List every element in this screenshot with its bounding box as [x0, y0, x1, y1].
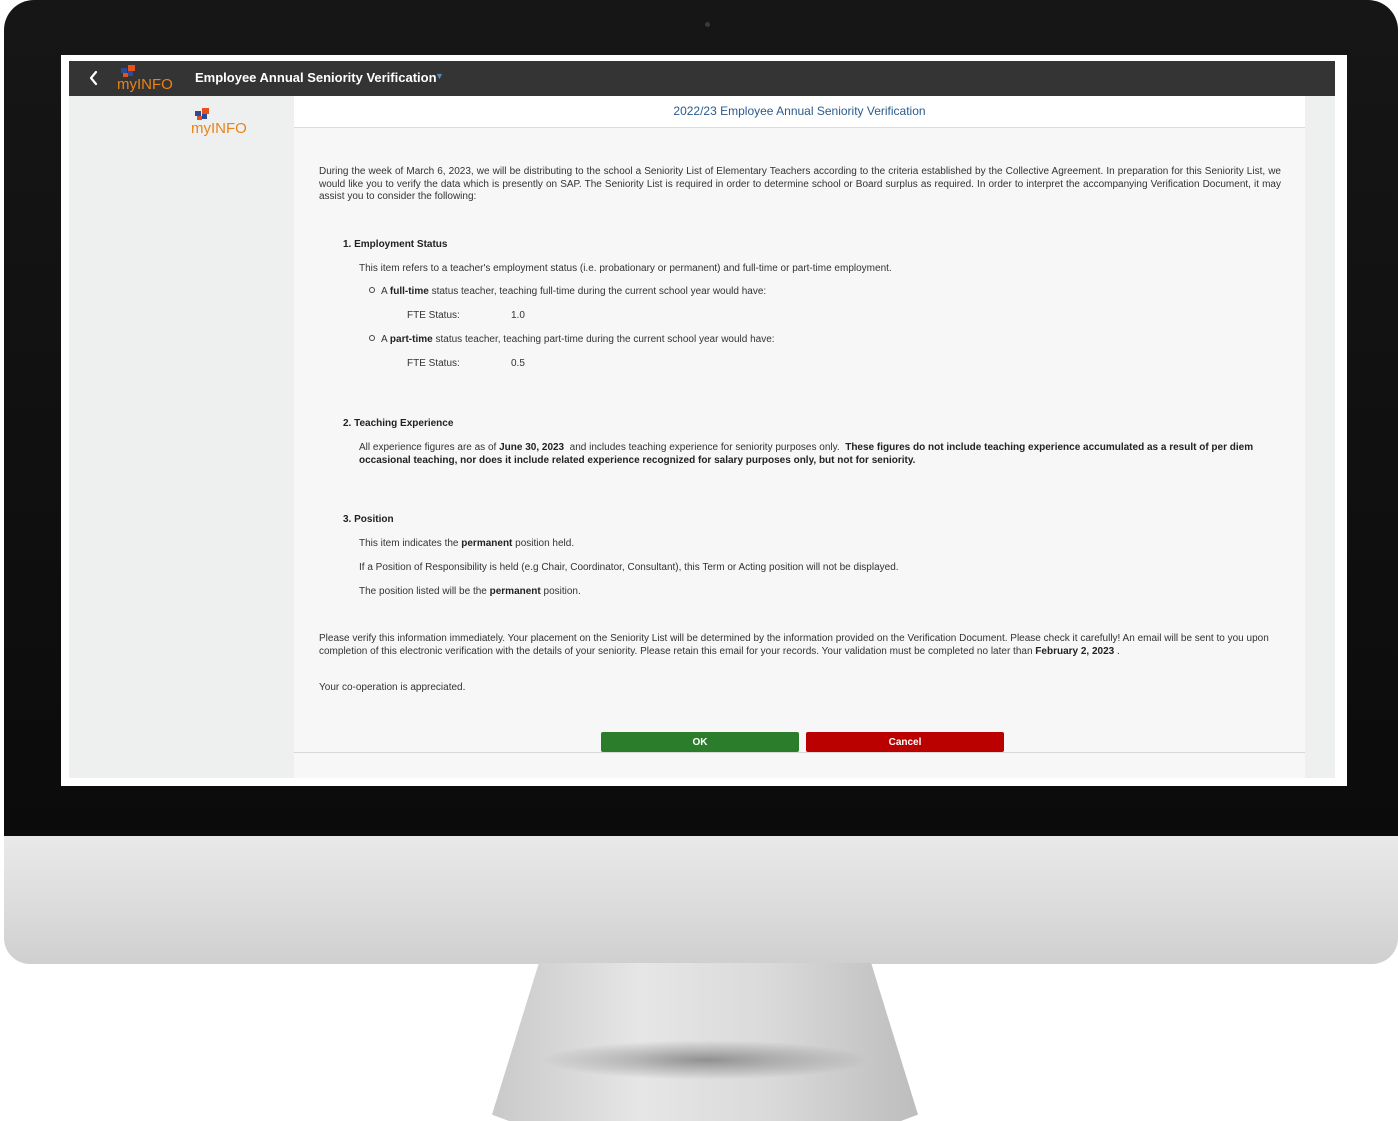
svg-text:myINFO: myINFO: [191, 120, 247, 137]
teaching-experience-text: All experience figures are as of June 30…: [359, 442, 1254, 466]
fte-label: FTE Status:: [407, 358, 460, 369]
closing-paragraph: Please verify this information immediate…: [319, 633, 1269, 657]
employment-status-desc: This item refers to a teacher's employme…: [359, 263, 892, 274]
main-content: 2022/23 Employee Annual Seniority Verifi…: [294, 96, 1305, 778]
part-time-line: A part-time status teacher, teaching par…: [369, 334, 775, 347]
back-button[interactable]: [83, 67, 105, 89]
position-line-2: If a Position of Responsibility is held …: [359, 562, 899, 573]
cancel-button[interactable]: Cancel: [806, 732, 1004, 752]
monitor-screen: myINFO Employee Annual Seniority Verific…: [61, 55, 1347, 786]
monitor-chin: [4, 836, 1398, 964]
chevron-left-icon: [89, 70, 98, 86]
full-time-line: A full-time status teacher, teaching ful…: [369, 286, 766, 299]
bullet-icon: [369, 287, 375, 294]
section-employment-status-title: 1. Employment Status: [343, 239, 448, 250]
app-title[interactable]: Employee Annual Seniority Verification: [195, 70, 437, 85]
thanks-line: Your co-operation is appreciated.: [319, 682, 466, 693]
left-panel: myINFO: [69, 96, 294, 778]
ok-button[interactable]: OK: [601, 732, 799, 752]
fte-label: FTE Status:: [407, 310, 460, 321]
camera-dot: [705, 22, 710, 27]
right-panel: [1305, 96, 1335, 778]
page-header: 2022/23 Employee Annual Seniority Verifi…: [294, 96, 1305, 128]
footer-area: [294, 753, 1305, 778]
position-line-1: This item indicates the permanent positi…: [359, 538, 575, 549]
section-position-title: 3. Position: [343, 514, 394, 525]
intro-paragraph: During the week of March 6, 2023, we wil…: [319, 166, 1281, 202]
fte-value: 1.0: [511, 310, 525, 321]
myinfo-logo: myINFO: [191, 108, 251, 138]
section-teaching-experience-title: 2. Teaching Experience: [343, 418, 454, 429]
page-title: 2022/23 Employee Annual Seniority Verifi…: [673, 104, 926, 118]
position-line-3: The position listed will be the permanen…: [359, 586, 581, 597]
title-dropdown-icon[interactable]: ▼: [435, 71, 444, 81]
app-window: myINFO Employee Annual Seniority Verific…: [69, 61, 1335, 778]
fte-value: 0.5: [511, 358, 525, 369]
myinfo-logo: myINFO: [117, 65, 177, 93]
bullet-icon: [369, 335, 375, 342]
stand-shadow: [540, 1040, 870, 1080]
shell-bar: myINFO Employee Annual Seniority Verific…: [69, 61, 1335, 96]
svg-text:myINFO: myINFO: [117, 76, 173, 93]
